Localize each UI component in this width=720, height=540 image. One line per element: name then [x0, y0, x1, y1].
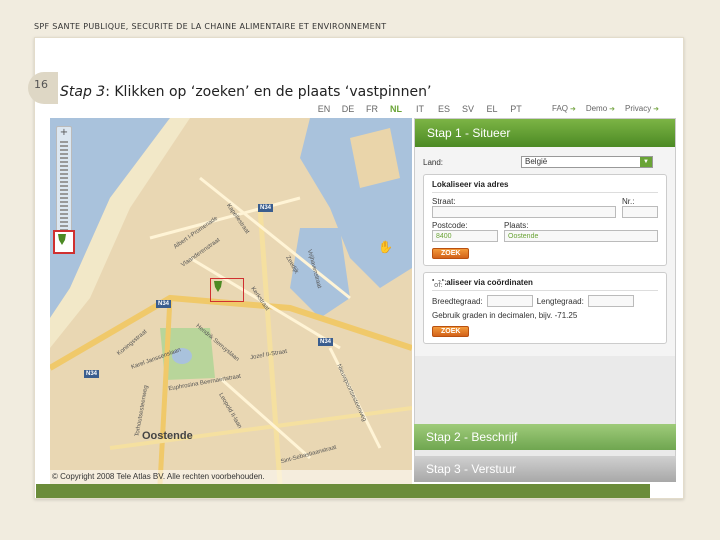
top-links: FAQ Demo Privacy — [552, 104, 659, 113]
language-bar: EN DE FR NL IT ES SV EL PT — [312, 104, 528, 114]
lon-label: Lengtegraad: — [536, 296, 584, 306]
land-row: Land: België ▼ — [423, 156, 667, 168]
zoom-level-7[interactable] — [60, 165, 68, 167]
zoom-level-19[interactable] — [60, 213, 68, 215]
lang-es[interactable]: ES — [432, 104, 456, 114]
coords-hint: Gebruik graden in decimalen, bijv. -71.2… — [432, 311, 578, 320]
lang-de[interactable]: DE — [336, 104, 360, 114]
zoom-level-4[interactable] — [60, 153, 68, 155]
zoom-level-12[interactable] — [60, 185, 68, 187]
coords-row: Breedtegraad: Lengtegraad: — [432, 295, 658, 307]
zoom-level-5[interactable] — [60, 157, 68, 159]
land-label: Land: — [423, 157, 444, 167]
postcode-col: Postcode: 8400 — [432, 221, 498, 242]
step1-header[interactable]: Stap 1 - Situeer — [415, 119, 675, 147]
zoom-level-21[interactable] — [60, 221, 68, 223]
lang-nl[interactable]: NL — [384, 104, 408, 114]
lat-input[interactable] — [486, 295, 533, 307]
postcode-input[interactable]: 8400 — [432, 230, 498, 242]
zoom-level-6[interactable] — [60, 161, 68, 163]
zoom-level-9[interactable] — [60, 173, 68, 175]
chevron-down-icon: ▼ — [640, 157, 652, 167]
or-label: of: — [432, 281, 445, 289]
city-label: Oostende — [142, 430, 193, 442]
zoom-level-22[interactable] — [60, 225, 68, 227]
step2-header[interactable]: Stap 2 - Beschrijf — [414, 424, 676, 450]
search-button[interactable]: ZOEK — [432, 248, 470, 259]
land-select-value: België — [525, 157, 548, 166]
place-label: Plaats: — [504, 221, 529, 230]
hand-cursor-icon: ✋ — [378, 240, 393, 254]
zoom-level-1[interactable] — [60, 141, 68, 143]
road-badge: N34 — [258, 204, 274, 212]
selected-location-pin[interactable] — [210, 278, 244, 302]
zoom-level-11[interactable] — [60, 181, 68, 183]
zoom-level-2[interactable] — [60, 145, 68, 147]
postcode-row: Postcode: 8400 Plaats: Oostende — [432, 221, 658, 242]
faq-link[interactable]: FAQ — [552, 104, 576, 113]
address-box: Lokaliseer via adres Straat: Nr.: Postco… — [423, 174, 667, 266]
road-badge: N34 — [156, 300, 172, 308]
lang-el[interactable]: EL — [480, 104, 504, 114]
map-view[interactable]: + − N34 N34 N34 N34 Albert I-Promenade V… — [50, 118, 412, 484]
zoom-level-16[interactable] — [60, 201, 68, 203]
street-input[interactable] — [432, 206, 616, 218]
search-coords-button[interactable]: ZOEK — [432, 326, 470, 337]
zoom-level-13[interactable] — [60, 189, 68, 191]
map-copyright: © Copyright 2008 Tele Atlas BV. Alle rec… — [50, 470, 412, 484]
zoom-level-17[interactable] — [60, 205, 68, 207]
postcode-label: Postcode: — [432, 221, 468, 230]
number-col: Nr.: — [622, 197, 658, 218]
number-input[interactable] — [622, 206, 658, 218]
coords-title: Lokaliseer via coördinaten — [432, 278, 658, 291]
lang-en[interactable]: EN — [312, 104, 336, 114]
street-col: Straat: — [432, 197, 616, 218]
street-row: Straat: Nr.: — [432, 197, 658, 218]
zoom-level-20[interactable] — [60, 217, 68, 219]
zoom-level-14[interactable] — [60, 193, 68, 195]
slide-title-step: Stap 3 — [60, 84, 106, 100]
zoom-in-button[interactable]: + — [57, 127, 71, 139]
lang-fr[interactable]: FR — [360, 104, 384, 114]
place-col: Plaats: Oostende — [504, 221, 658, 242]
lang-sv[interactable]: SV — [456, 104, 480, 114]
land-select[interactable]: België ▼ — [521, 156, 653, 168]
bottom-bar — [36, 484, 650, 498]
zoom-level-8[interactable] — [60, 169, 68, 171]
road-badge: N34 — [318, 338, 334, 346]
pin-tool-button[interactable] — [53, 230, 75, 254]
place-input[interactable]: Oostende — [504, 230, 658, 242]
road-badge: N34 — [84, 370, 100, 378]
zoom-level-18[interactable] — [60, 209, 68, 211]
privacy-link[interactable]: Privacy — [625, 104, 659, 113]
zoom-level-15[interactable] — [60, 197, 68, 199]
zoom-level-3[interactable] — [60, 149, 68, 151]
address-title: Lokaliseer via adres — [432, 180, 658, 193]
map-pin-icon — [214, 281, 222, 292]
pin-icon — [58, 234, 66, 245]
number-label: Nr.: — [622, 197, 635, 206]
page-number: 16 — [28, 72, 58, 104]
coords-box: Lokaliseer via coördinaten Breedtegraad:… — [423, 272, 667, 344]
lat-label: Breedtegraad: — [432, 296, 483, 306]
slide-title: Stap 3: Klikken op ‘zoeken’ en de plaats… — [60, 84, 431, 100]
lang-it[interactable]: IT — [408, 104, 432, 114]
demo-link[interactable]: Demo — [586, 104, 615, 113]
step3-header[interactable]: Stap 3 - Verstuur — [414, 456, 676, 482]
zoom-level-10[interactable] — [60, 177, 68, 179]
step1-body: Land: België ▼ Lokaliseer via adres Straa… — [415, 147, 675, 356]
lon-input[interactable] — [587, 295, 634, 307]
slide-title-text: : Klikken op ‘zoeken’ en de plaats ‘vast… — [105, 84, 432, 100]
street-label: Straat: — [432, 197, 456, 206]
zoom-control: + − — [56, 126, 72, 248]
slide-header: SPF SANTE PUBLIQUE, SECURITE DE LA CHAIN… — [34, 22, 387, 31]
lang-pt[interactable]: PT — [504, 104, 528, 114]
